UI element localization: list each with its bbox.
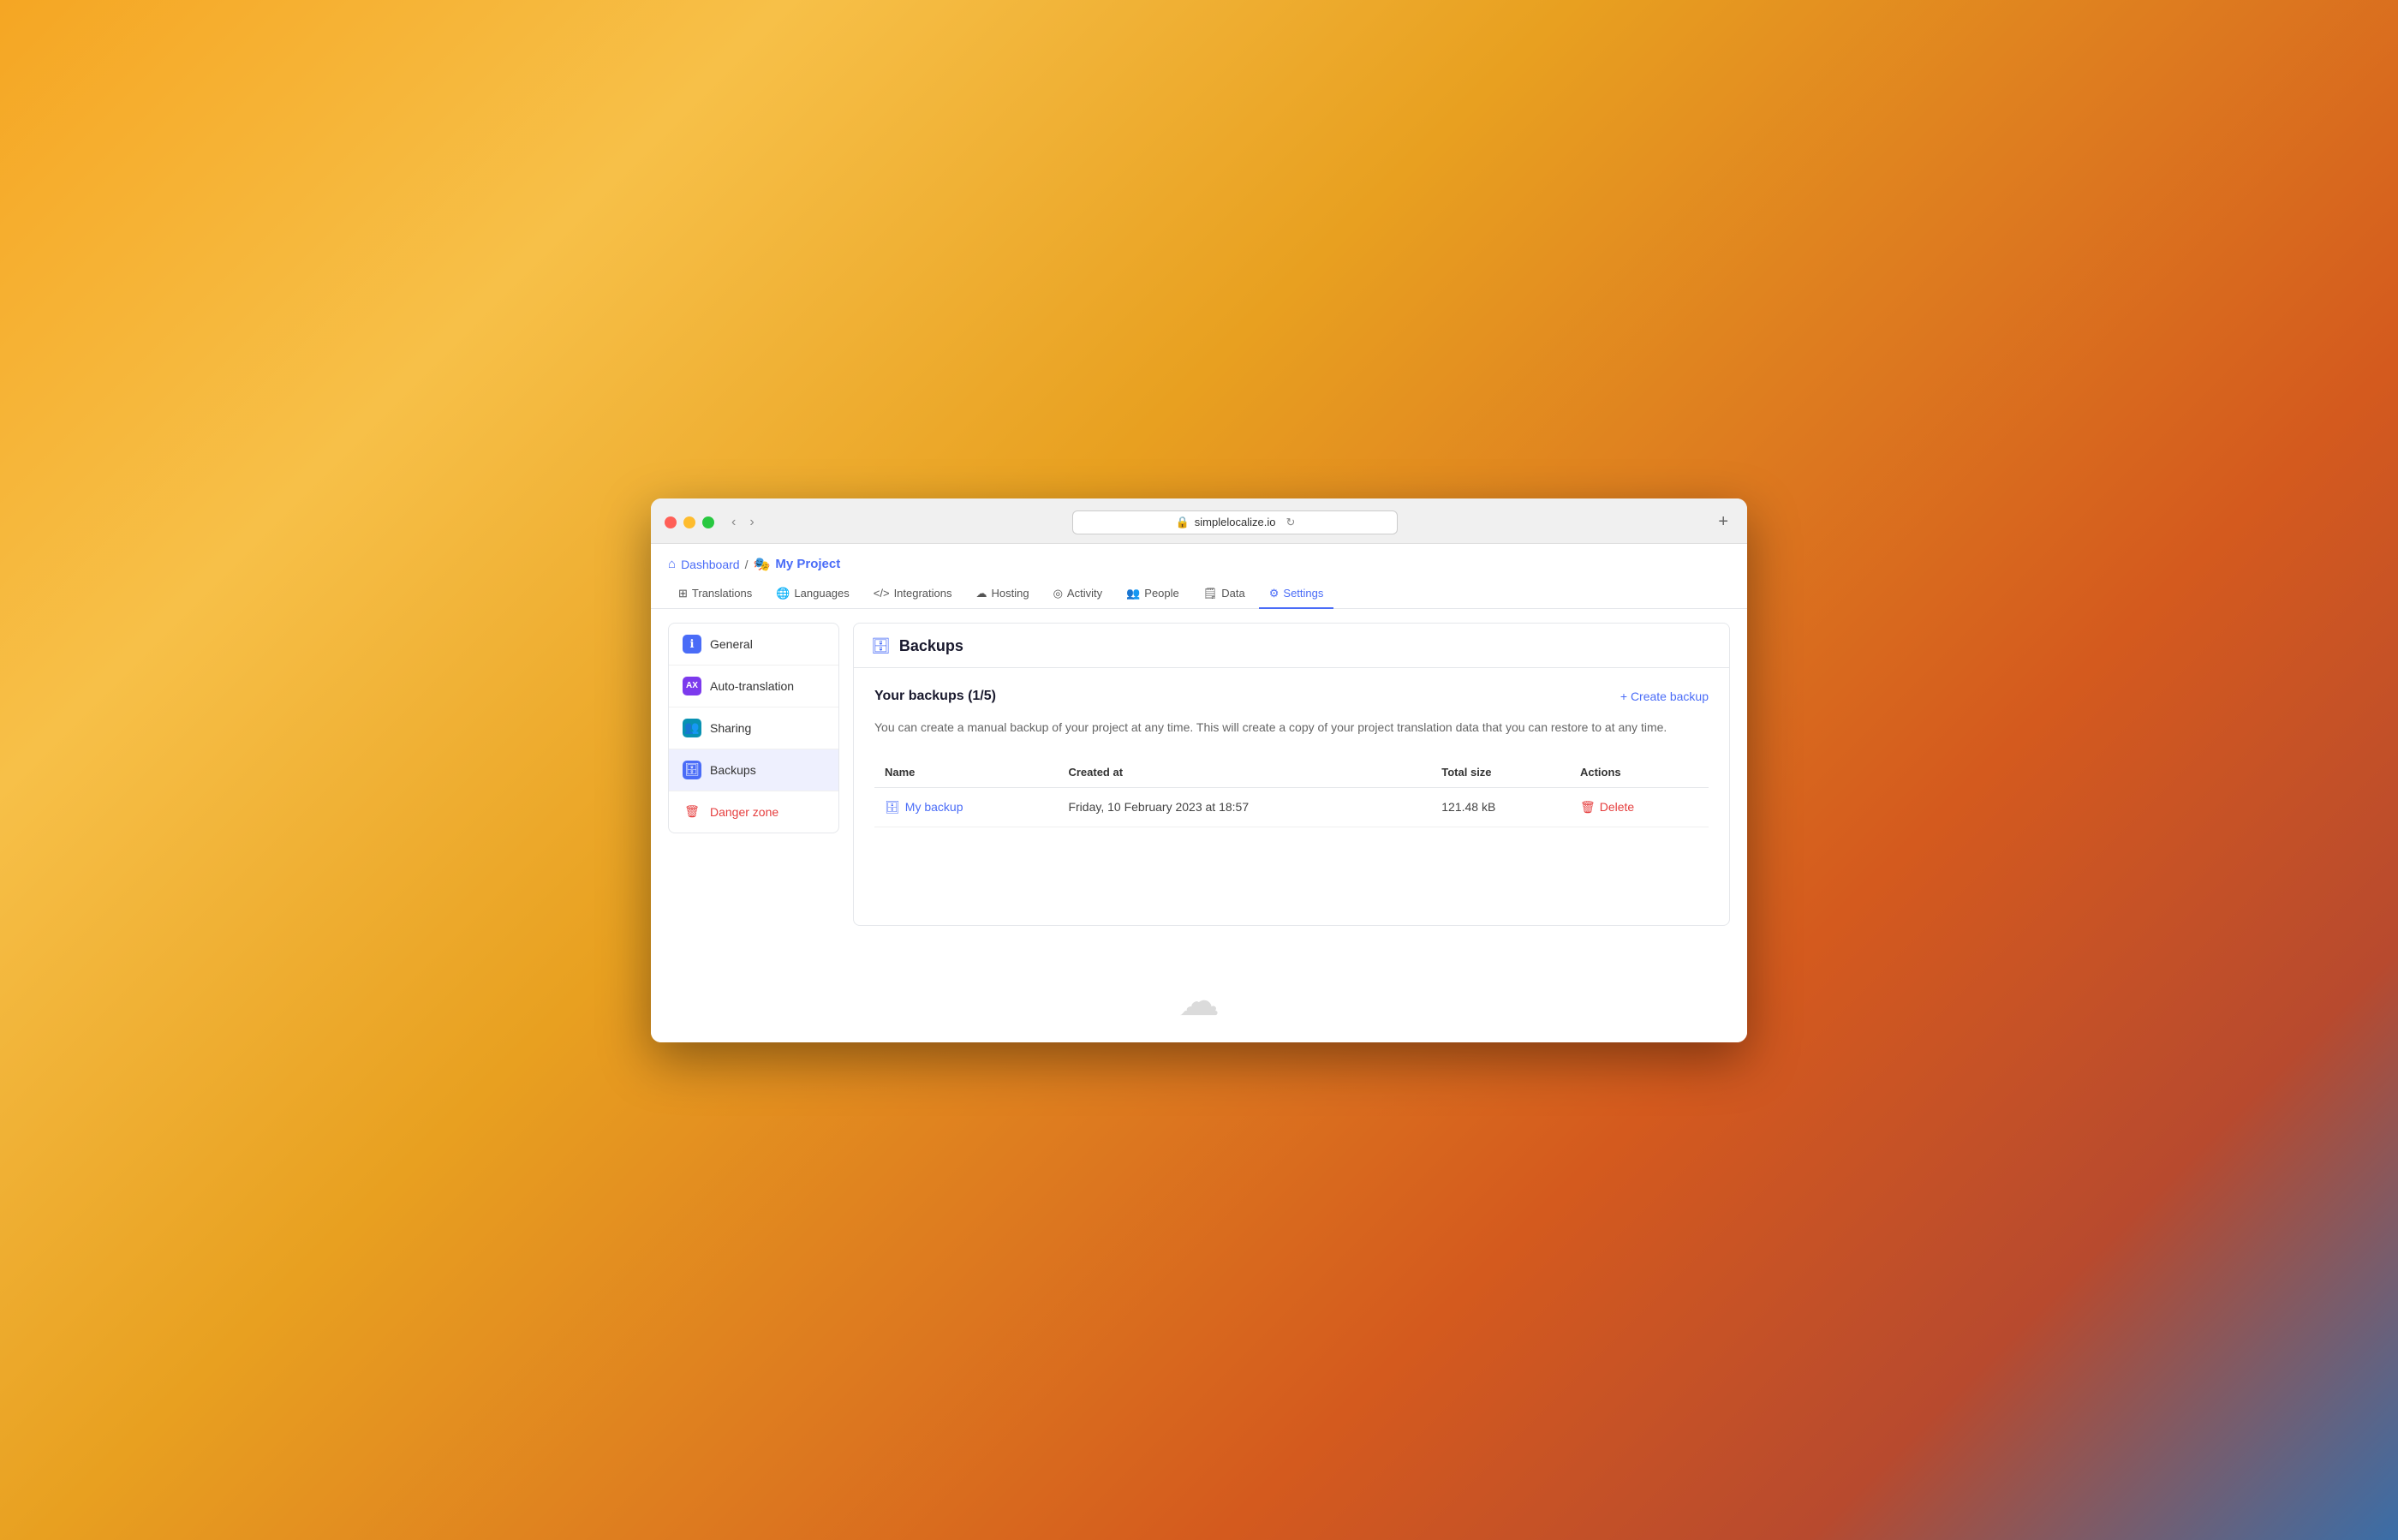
back-button[interactable]: ‹ (728, 516, 739, 529)
create-backup-button[interactable]: + Create backup (1620, 689, 1709, 703)
people-icon: 👥 (1126, 587, 1140, 600)
tab-data-label: Data (1221, 587, 1244, 600)
tab-translations[interactable]: ⊞ Translations (668, 580, 762, 609)
auto-translation-icon: AX (683, 677, 701, 695)
breadcrumb-dashboard-link[interactable]: Dashboard (681, 558, 740, 571)
danger-icon: 🗑 (683, 803, 701, 821)
maximize-button[interactable] (702, 516, 714, 528)
main-layout: ℹ General AX Auto-translation 👥 Sharing … (651, 609, 1747, 952)
minimize-button[interactable] (683, 516, 695, 528)
backups-table: Name Created at Total size Actions 🗄 (874, 757, 1709, 827)
cloud-icon: ☁ (1178, 977, 1220, 1025)
sidebar-danger-label: Danger zone (710, 805, 778, 819)
backups-title-row: Your backups (1/5) + Create backup (874, 689, 1709, 704)
content-header-icon: 🗄 (871, 637, 891, 655)
app-content: ⌂ Dashboard / 🎭 My Project ⊞ Translation… (651, 544, 1747, 1042)
url-text: simplelocalize.io (1195, 516, 1276, 528)
tab-hosting[interactable]: ☁ Hosting (966, 580, 1040, 609)
breadcrumb-project-link[interactable]: My Project (775, 557, 840, 571)
close-button[interactable] (665, 516, 677, 528)
tab-people[interactable]: 👥 People (1116, 580, 1190, 609)
forward-button[interactable]: › (746, 516, 757, 529)
tab-activity-label: Activity (1067, 587, 1102, 600)
tab-settings[interactable]: ⚙ Settings (1259, 580, 1334, 609)
content-panel: 🗄 Backups Your backups (1/5) + Create ba… (853, 623, 1730, 926)
tab-translations-label: Translations (692, 587, 752, 600)
tab-data[interactable]: 🗒 Data (1193, 580, 1256, 609)
project-icon: 🎭 (753, 556, 770, 573)
new-tab-button[interactable]: + (1713, 512, 1733, 532)
traffic-lights (665, 516, 714, 528)
sidebar-sharing-label: Sharing (710, 721, 751, 735)
breadcrumb-separator: / (745, 558, 749, 571)
tab-activity[interactable]: ◎ Activity (1043, 580, 1113, 609)
content-title: Backups (899, 637, 963, 655)
tab-languages-label: Languages (794, 587, 849, 600)
sidebar-item-sharing[interactable]: 👥 Sharing (669, 707, 838, 749)
table-body: 🗄 My backup Friday, 10 February 2023 at … (874, 787, 1709, 827)
backups-count: Your backups (1/5) (874, 689, 996, 704)
delete-button[interactable]: 🗑 Delete (1580, 800, 1634, 815)
browser-titlebar: ‹ › 🔒 simplelocalize.io ↻ + (651, 498, 1747, 544)
th-created-at: Created at (1058, 757, 1431, 788)
delete-label: Delete (1600, 800, 1634, 814)
url-bar[interactable]: 🔒 simplelocalize.io ↻ (1072, 510, 1398, 534)
td-total-size: 121.48 kB (1431, 787, 1570, 827)
table-header: Name Created at Total size Actions (874, 757, 1709, 788)
lock-icon: 🔒 (1176, 516, 1190, 529)
sidebar-auto-translation-label: Auto-translation (710, 679, 794, 693)
sharing-icon: 👥 (683, 719, 701, 737)
breadcrumb: ⌂ Dashboard / 🎭 My Project (651, 544, 1747, 573)
tab-languages[interactable]: 🌐 Languages (766, 580, 860, 609)
th-actions: Actions (1570, 757, 1709, 788)
browser-window: ‹ › 🔒 simplelocalize.io ↻ + ⌂ Dashboard … (651, 498, 1747, 1042)
table-row: 🗄 My backup Friday, 10 February 2023 at … (874, 787, 1709, 827)
home-icon: ⌂ (668, 557, 676, 571)
backups-sidebar-icon: 🗄 (683, 761, 701, 779)
sidebar-item-backups[interactable]: 🗄 Backups (669, 749, 838, 791)
tab-settings-label: Settings (1283, 587, 1323, 600)
backup-description: You can create a manual backup of your p… (874, 718, 1709, 737)
address-bar: 🔒 simplelocalize.io ↻ (768, 510, 1703, 534)
settings-sidebar: ℹ General AX Auto-translation 👥 Sharing … (668, 623, 839, 833)
backup-name-icon: 🗄 (885, 800, 900, 815)
sidebar-backups-label: Backups (710, 763, 756, 777)
tab-people-label: People (1144, 587, 1178, 600)
tab-integrations[interactable]: </> Integrations (863, 580, 963, 608)
languages-icon: 🌐 (776, 587, 790, 600)
sidebar-item-danger-zone[interactable]: 🗑 Danger zone (669, 791, 838, 833)
sidebar-item-auto-translation[interactable]: AX Auto-translation (669, 666, 838, 707)
td-created-at: Friday, 10 February 2023 at 18:57 (1058, 787, 1431, 827)
content-body: Your backups (1/5) + Create backup You c… (854, 668, 1729, 848)
content-header: 🗄 Backups (854, 624, 1729, 668)
backup-name-text: My backup (905, 800, 963, 814)
td-name: 🗄 My backup (874, 787, 1058, 827)
top-navigation: ⊞ Translations 🌐 Languages </> Integrati… (651, 573, 1747, 609)
reload-icon[interactable]: ↻ (1285, 516, 1295, 529)
th-name: Name (874, 757, 1058, 788)
nav-buttons: ‹ › (728, 516, 758, 529)
hosting-icon: ☁ (976, 587, 987, 600)
delete-icon: 🗑 (1580, 800, 1596, 815)
settings-icon: ⚙ (1269, 587, 1280, 600)
integrations-icon: </> (874, 587, 890, 600)
table-header-row: Name Created at Total size Actions (874, 757, 1709, 788)
tab-integrations-label: Integrations (894, 587, 952, 600)
backup-name-link[interactable]: 🗄 My backup (885, 800, 1047, 815)
general-icon: ℹ (683, 635, 701, 654)
activity-icon: ◎ (1053, 587, 1063, 600)
sidebar-item-general[interactable]: ℹ General (669, 624, 838, 666)
tab-hosting-label: Hosting (992, 587, 1029, 600)
bottom-decoration: ☁ (651, 952, 1747, 1042)
th-total-size: Total size (1431, 757, 1570, 788)
data-icon: 🗒 (1203, 587, 1218, 600)
sidebar-general-label: General (710, 637, 753, 651)
translations-icon: ⊞ (678, 587, 688, 600)
td-actions: 🗑 Delete (1570, 787, 1709, 827)
